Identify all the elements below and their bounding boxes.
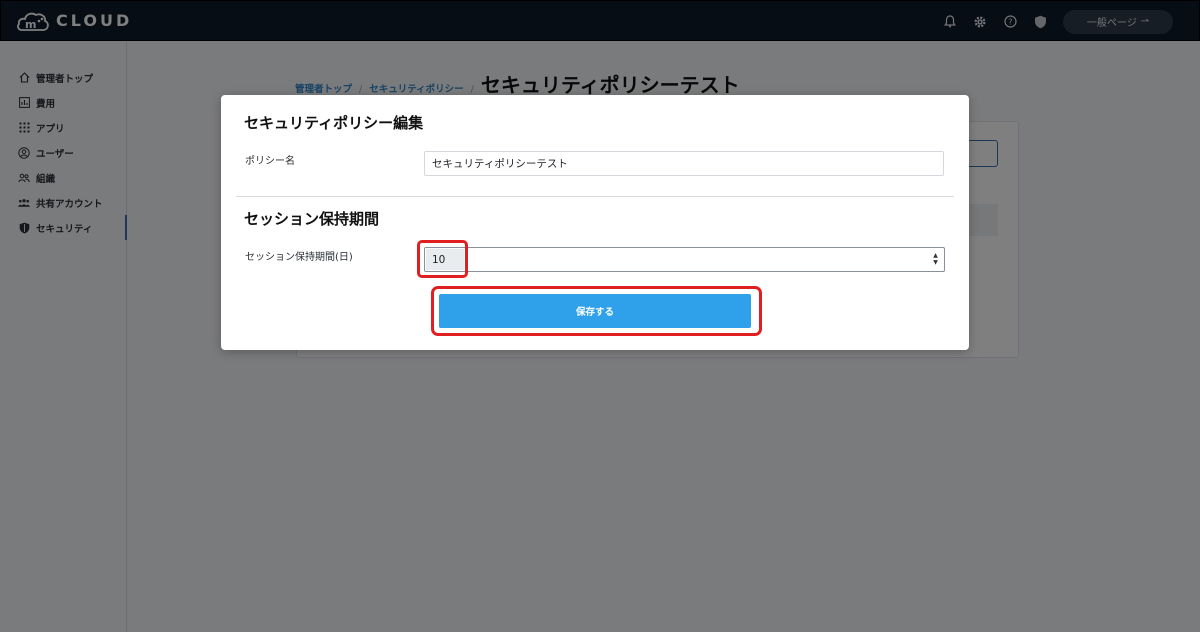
edit-policy-modal: セキュリティポリシー編集 ポリシー名 セッション保持期間 セッション保持期間(日… [221,95,969,350]
policy-name-input[interactable] [424,151,944,176]
highlight-save-button [431,286,762,336]
session-section-title: セッション保持期間 [244,210,380,228]
number-spinner[interactable]: ▲ ▼ [932,253,939,266]
policy-name-label: ポリシー名 [245,156,295,167]
divider [236,196,954,197]
session-duration-input[interactable]: 10 ▲ ▼ [424,247,945,272]
spinner-down-icon[interactable]: ▼ [933,260,938,266]
session-duration-label: セッション保持期間(日) [245,252,353,263]
highlight-session-value [417,240,468,278]
modal-title: セキュリティポリシー編集 [244,114,424,132]
